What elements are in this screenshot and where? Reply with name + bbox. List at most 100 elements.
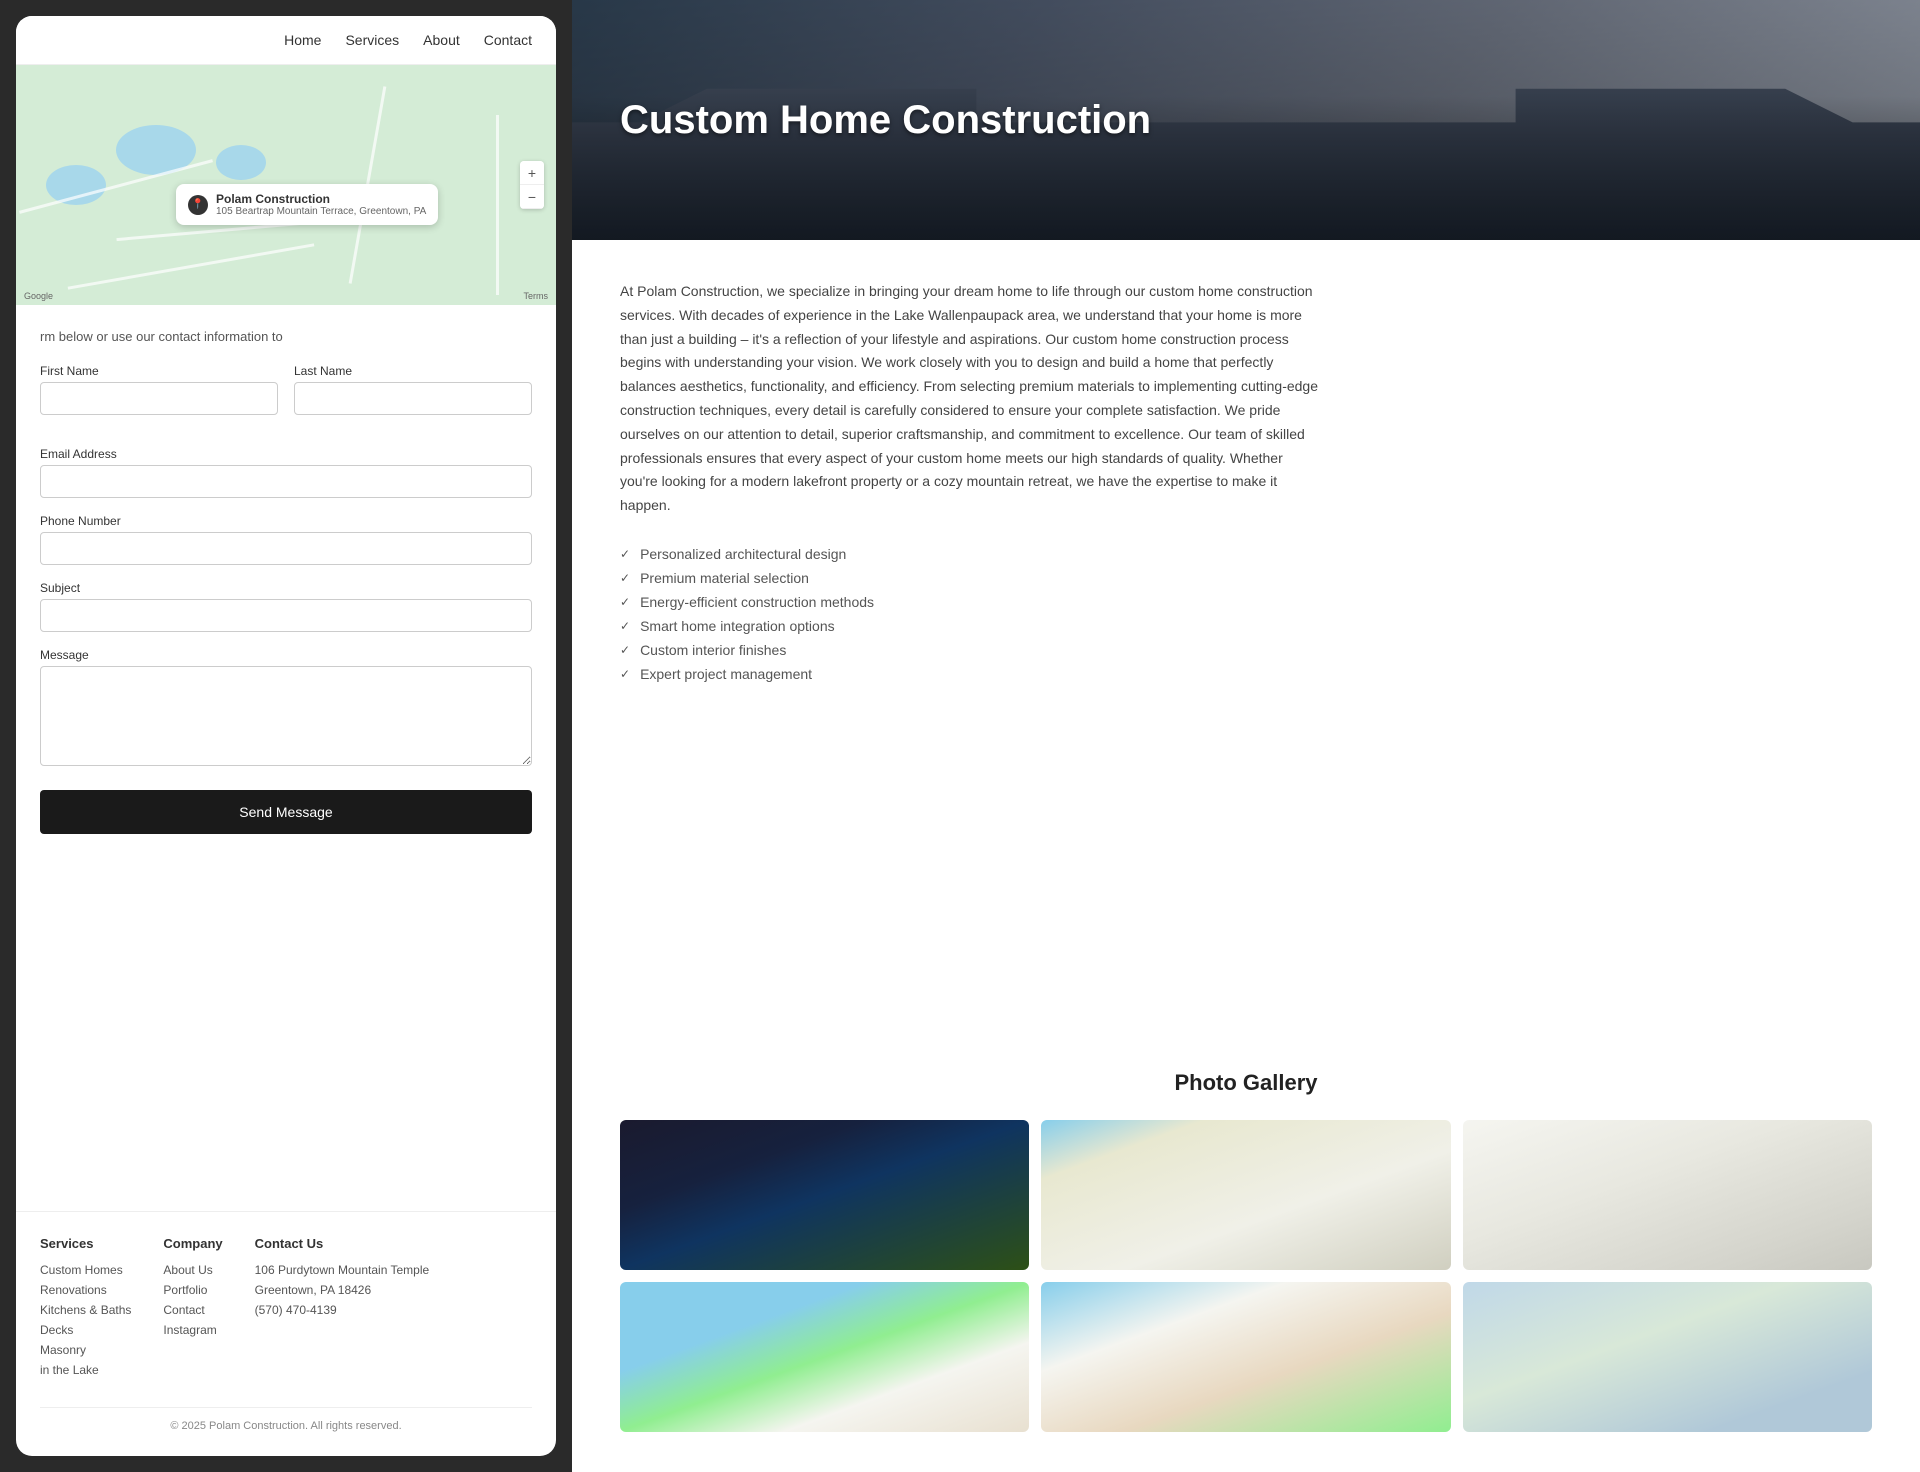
- hero-title: Custom Home Construction: [620, 98, 1151, 143]
- location-icon: 📍: [188, 195, 208, 215]
- email-input[interactable]: [40, 465, 532, 498]
- feature-text: Premium material selection: [640, 570, 809, 586]
- gallery-item-5: [1041, 1282, 1450, 1432]
- checkmark-icon: ✓: [620, 619, 630, 633]
- footer-address-line2: Greentown, PA 18426: [255, 1283, 430, 1297]
- footer-link-portfolio[interactable]: Portfolio: [163, 1283, 222, 1297]
- phone-label: Phone Number: [40, 514, 532, 528]
- footer-contact-heading: Contact Us: [255, 1236, 430, 1251]
- copyright-text: © 2025 Polam Construction. All rights re…: [170, 1420, 401, 1432]
- gallery-image-4: [620, 1282, 1029, 1432]
- checkmark-icon: ✓: [620, 643, 630, 657]
- last-name-label: Last Name: [294, 364, 532, 378]
- gallery-item-6: [1463, 1282, 1872, 1432]
- contact-form-section: rm below or use our contact information …: [16, 305, 556, 1211]
- nav-about[interactable]: About: [423, 32, 460, 48]
- hero-section: Custom Home Construction: [572, 0, 1920, 240]
- last-name-input[interactable]: [294, 382, 532, 415]
- business-name: Polam Construction: [216, 192, 426, 206]
- gallery-item-4: [620, 1282, 1029, 1432]
- navigation: Home Services About Contact: [16, 16, 556, 65]
- gallery-image-6: [1463, 1282, 1872, 1432]
- footer-services-col: Services Custom Homes Renovations Kitche…: [40, 1236, 131, 1383]
- name-row: First Name Last Name: [40, 364, 532, 431]
- footer-link-contact[interactable]: Contact: [163, 1303, 222, 1317]
- service-description: At Polam Construction, we specialize in …: [620, 280, 1320, 518]
- map-pin: 📍 Polam Construction 105 Beartrap Mounta…: [176, 184, 438, 225]
- form-intro-text: rm below or use our contact information …: [40, 329, 532, 344]
- feature-text: Expert project management: [640, 666, 812, 682]
- map-road: [496, 115, 499, 295]
- gallery-grid: [620, 1120, 1872, 1432]
- checkmark-icon: ✓: [620, 667, 630, 681]
- footer: Services Custom Homes Renovations Kitche…: [16, 1211, 556, 1456]
- content-area: At Polam Construction, we specialize in …: [572, 240, 1920, 1070]
- footer-link-decks[interactable]: Decks: [40, 1323, 131, 1337]
- gallery-image-1: [620, 1120, 1029, 1270]
- left-panel: Home Services About Contact 📍 Polam Cons…: [16, 16, 556, 1456]
- footer-link-renovations[interactable]: Renovations: [40, 1283, 131, 1297]
- feature-item: ✓ Premium material selection: [620, 570, 1872, 586]
- map-road: [68, 243, 315, 289]
- footer-link-masonry[interactable]: Masonry: [40, 1343, 131, 1357]
- footer-phone: (570) 470-4139: [255, 1303, 430, 1317]
- footer-address-line1: 106 Purdytown Mountain Temple: [255, 1263, 430, 1277]
- footer-company-heading: Company: [163, 1236, 222, 1251]
- footer-company-col: Company About Us Portfolio Contact Insta…: [163, 1236, 222, 1383]
- feature-item: ✓ Expert project management: [620, 666, 1872, 682]
- feature-text: Energy-efficient construction methods: [640, 594, 874, 610]
- map-attribution: Google: [24, 291, 53, 301]
- feature-item: ✓Smart home integration options: [620, 618, 1872, 634]
- subject-group: Subject: [40, 581, 532, 632]
- first-name-group: First Name: [40, 364, 278, 415]
- first-name-label: First Name: [40, 364, 278, 378]
- nav-contact[interactable]: Contact: [484, 32, 532, 48]
- footer-contact-col: Contact Us 106 Purdytown Mountain Temple…: [255, 1236, 430, 1383]
- footer-columns: Services Custom Homes Renovations Kitche…: [40, 1236, 532, 1383]
- checkmark-icon: ✓: [620, 571, 630, 585]
- feature-item: ✓ Energy-efficient construction methods: [620, 594, 1872, 610]
- gallery-image-5: [1041, 1282, 1450, 1432]
- first-name-input[interactable]: [40, 382, 278, 415]
- send-message-button[interactable]: Send Message: [40, 790, 532, 834]
- feature-text: Custom interior finishes: [640, 642, 786, 658]
- feature-text: Personalized architectural design: [640, 546, 846, 562]
- message-textarea[interactable]: [40, 666, 532, 766]
- checkmark-icon: ✓: [620, 547, 630, 561]
- nav-home[interactable]: Home: [284, 32, 321, 48]
- map-terms: Terms: [524, 291, 549, 301]
- footer-link-kitchens[interactable]: Kitchens & Baths: [40, 1303, 131, 1317]
- gallery-image-3: [1463, 1120, 1872, 1270]
- nav-services[interactable]: Services: [345, 32, 399, 48]
- last-name-group: Last Name: [294, 364, 532, 415]
- gallery-item-3: [1463, 1120, 1872, 1270]
- footer-copyright: © 2025 Polam Construction. All rights re…: [40, 1407, 532, 1432]
- gallery-section: Photo Gallery: [572, 1070, 1920, 1472]
- zoom-in-button[interactable]: +: [520, 161, 544, 185]
- map-container: 📍 Polam Construction 105 Beartrap Mounta…: [16, 65, 556, 305]
- checkmark-icon: ✓: [620, 595, 630, 609]
- email-label: Email Address: [40, 447, 532, 461]
- subject-input[interactable]: [40, 599, 532, 632]
- gallery-image-2: [1041, 1120, 1450, 1270]
- feature-item: ✓ Custom interior finishes: [620, 642, 1872, 658]
- message-group: Message: [40, 648, 532, 766]
- phone-input[interactable]: [40, 532, 532, 565]
- map-zoom-controls: + −: [520, 161, 544, 209]
- business-address: 105 Beartrap Mountain Terrace, Greentown…: [216, 206, 426, 217]
- map-water-body: [216, 145, 266, 180]
- footer-link-about[interactable]: About Us: [163, 1263, 222, 1277]
- map-water-body: [46, 165, 106, 205]
- hero-overlay: Custom Home Construction: [572, 0, 1920, 240]
- footer-link-custom-homes[interactable]: Custom Homes: [40, 1263, 131, 1277]
- email-group: Email Address: [40, 447, 532, 498]
- gallery-item-1: [620, 1120, 1029, 1270]
- phone-group: Phone Number: [40, 514, 532, 565]
- footer-lake-text: in the Lake: [40, 1363, 131, 1377]
- footer-link-instagram[interactable]: Instagram: [163, 1323, 222, 1337]
- footer-services-heading: Services: [40, 1236, 131, 1251]
- zoom-out-button[interactable]: −: [520, 185, 544, 209]
- gallery-item-2: [1041, 1120, 1450, 1270]
- right-panel: Custom Home Construction At Polam Constr…: [572, 0, 1920, 1472]
- subject-label: Subject: [40, 581, 532, 595]
